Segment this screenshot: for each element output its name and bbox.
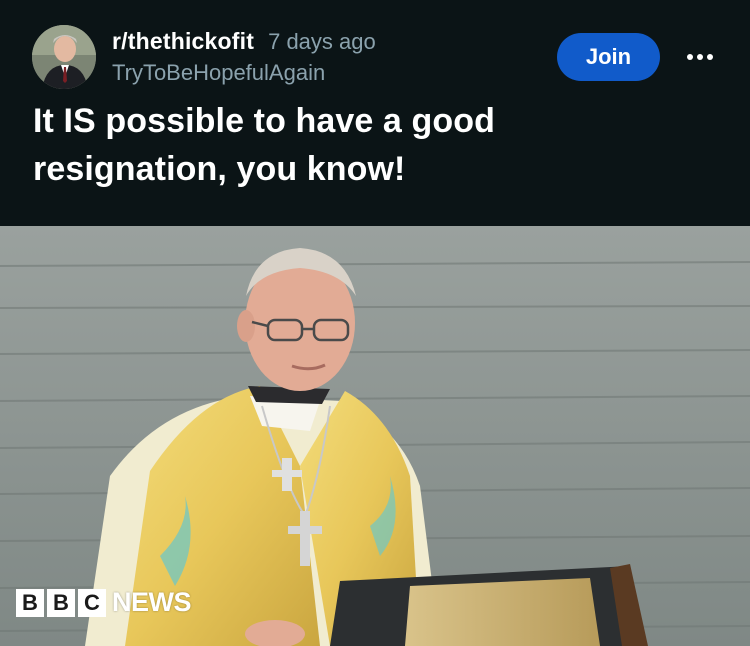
bbc-news-word: NEWS (112, 587, 192, 617)
post-meta: r/thethickofit 7 days ago (112, 28, 376, 56)
photo-clergyman (0, 226, 750, 646)
dot (687, 54, 693, 60)
more-options-icon[interactable] (682, 42, 718, 72)
bbc-letter-b: B (47, 588, 75, 617)
join-button[interactable]: Join (557, 33, 660, 81)
dot (707, 54, 713, 60)
subreddit-name[interactable]: r/thethickofit (112, 28, 254, 55)
post-time: 7 days ago (268, 29, 376, 54)
post-author[interactable]: TryToBeHopefulAgain (112, 60, 325, 86)
post-image[interactable]: B B C NEWS (0, 226, 750, 646)
bbc-letter-b: B (16, 588, 44, 617)
avatar-image (32, 25, 96, 89)
post-title[interactable]: It IS possible to have a good resignatio… (33, 97, 633, 193)
bbc-news-watermark: B B C NEWS (16, 587, 192, 618)
dot (697, 54, 703, 60)
post-header: r/thethickofit 7 days ago TryToBeHopeful… (0, 0, 750, 226)
bbc-letter-c: C (78, 588, 106, 617)
subreddit-avatar[interactable] (32, 25, 96, 89)
